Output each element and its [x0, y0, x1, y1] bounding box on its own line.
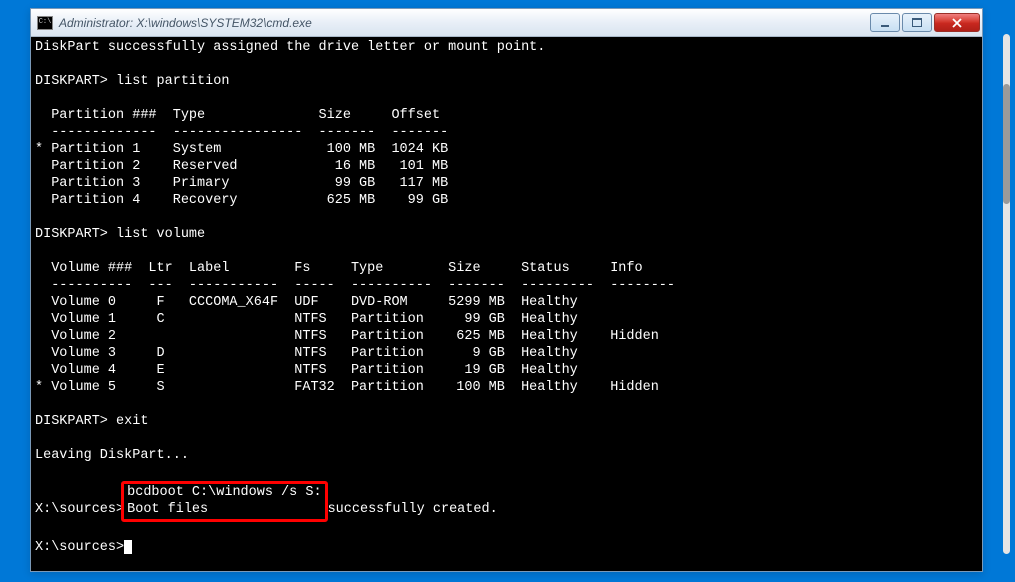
- maximize-button[interactable]: [902, 13, 932, 32]
- cmd-prompt: X:\sources>: [35, 540, 124, 555]
- table-row: Volume 3 D NTFS Partition 9 GB Healthy: [35, 346, 578, 361]
- maximize-icon: [912, 18, 922, 27]
- window-controls: [870, 13, 980, 32]
- output-line: Boot files: [127, 502, 216, 517]
- minimize-button[interactable]: [870, 13, 900, 32]
- cmd-window: Administrator: X:\windows\SYSTEM32\cmd.e…: [30, 8, 983, 572]
- table-row: Partition 2 Reserved 16 MB 101 MB: [35, 159, 448, 174]
- close-button[interactable]: [934, 13, 980, 32]
- table-row: Partition 3 Primary 99 GB 117 MB: [35, 176, 448, 191]
- cmd-prompt: X:\sources>: [35, 502, 124, 517]
- table-row: Volume 2 NTFS Partition 625 MB Healthy H…: [35, 329, 659, 344]
- table-row: Volume 4 E NTFS Partition 19 GB Healthy: [35, 363, 578, 378]
- output-line: DiskPart successfully assigned the drive…: [35, 40, 545, 55]
- title-bar[interactable]: Administrator: X:\windows\SYSTEM32\cmd.e…: [31, 9, 982, 37]
- cmd-icon: [37, 16, 53, 30]
- command-text: exit: [116, 414, 148, 429]
- output-line: Leaving DiskPart...: [35, 448, 189, 463]
- command-text: list volume: [116, 227, 205, 242]
- text-cursor: [124, 540, 132, 554]
- page-scrollbar-thumb[interactable]: [1003, 84, 1010, 204]
- table-row: Partition 4 Recovery 625 MB 99 GB: [35, 193, 448, 208]
- command-text: list partition: [116, 74, 229, 89]
- table-divider: ------------- ---------------- ------- -…: [35, 125, 448, 140]
- window-title: Administrator: X:\windows\SYSTEM32\cmd.e…: [59, 16, 870, 30]
- diskpart-prompt: DISKPART>: [35, 414, 116, 429]
- table-header: Volume ### Ltr Label Fs Type Size Status…: [35, 261, 643, 276]
- diskpart-prompt: DISKPART>: [35, 227, 116, 242]
- output-line: successfully created.: [328, 502, 498, 517]
- table-row: Volume 1 C NTFS Partition 99 GB Healthy: [35, 312, 578, 327]
- table-header: Partition ### Type Size Offset: [35, 108, 440, 123]
- minimize-icon: [880, 19, 890, 27]
- table-row: Volume 0 F CCCOMA_X64F UDF DVD-ROM 5299 …: [35, 295, 578, 310]
- diskpart-prompt: DISKPART>: [35, 74, 116, 89]
- close-icon: [951, 18, 963, 28]
- table-divider: ---------- --- ----------- ----- -------…: [35, 278, 675, 293]
- page-scrollbar-track[interactable]: [1003, 34, 1010, 554]
- command-text: bcdboot C:\windows /s S:: [127, 485, 321, 500]
- table-row: * Partition 1 System 100 MB 1024 KB: [35, 142, 448, 157]
- terminal-output[interactable]: DiskPart successfully assigned the drive…: [31, 37, 982, 571]
- highlighted-command: bcdboot C:\windows /s S: Boot files: [121, 481, 327, 522]
- table-row: * Volume 5 S FAT32 Partition 100 MB Heal…: [35, 380, 659, 395]
